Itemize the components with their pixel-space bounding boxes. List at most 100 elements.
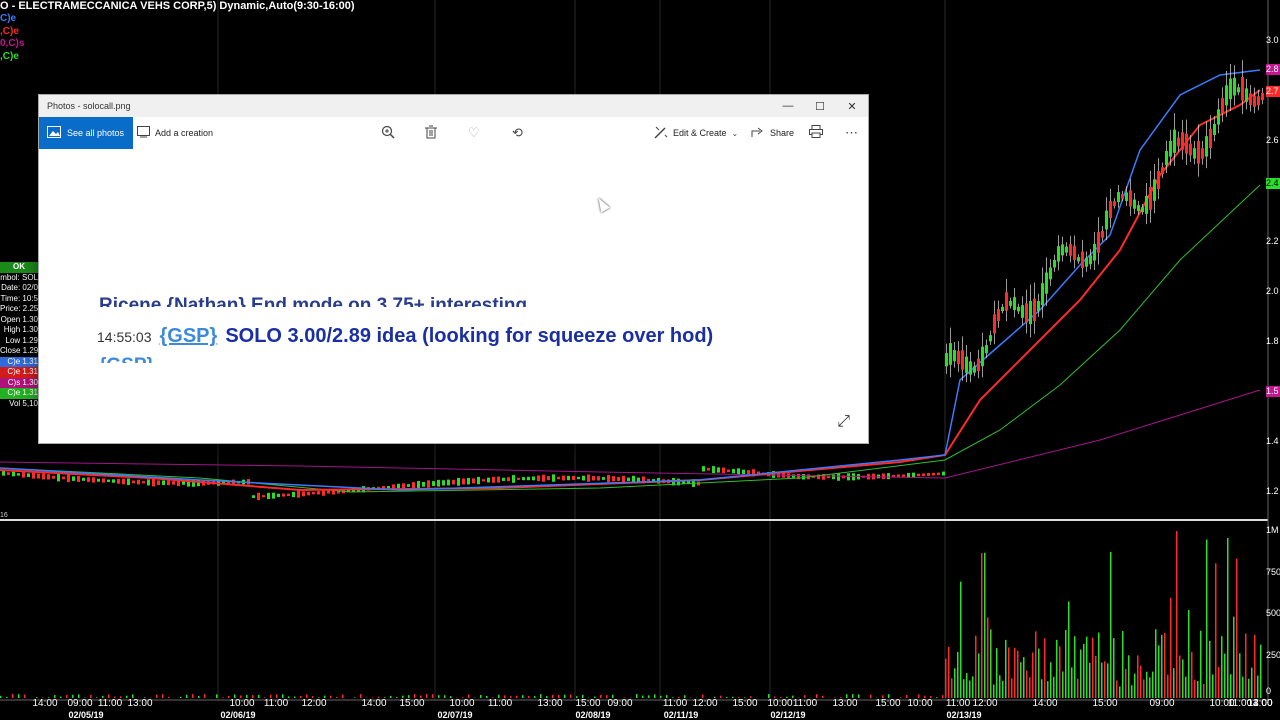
expand-icon[interactable]: ⤢ <box>837 413 850 431</box>
data-window-row: Low 1.29 <box>5 335 38 345</box>
price-candle <box>957 350 960 365</box>
time-axis-tick: 14:00 <box>361 698 387 709</box>
volume-bar <box>654 694 656 698</box>
add-creation-label: Add a creation <box>155 128 214 138</box>
price-axis-tick: 1.2 <box>1266 486 1279 496</box>
price-candle <box>847 473 850 481</box>
volume-bar <box>1221 636 1223 698</box>
price-candle <box>1173 129 1176 153</box>
price-candle <box>1033 298 1036 322</box>
price-candle <box>627 477 630 481</box>
time-axis-tick: 11:00 <box>662 698 688 709</box>
price-candle <box>427 480 430 488</box>
data-window-ok-button[interactable]: OK <box>0 262 40 273</box>
delete-button[interactable] <box>425 117 437 149</box>
volume-bar <box>6 696 8 698</box>
price-candle <box>262 495 265 498</box>
price-candle <box>989 335 992 342</box>
price-candle <box>452 479 455 485</box>
more-button[interactable]: ⋯ <box>845 117 858 149</box>
volume-bar <box>1074 636 1076 698</box>
volume-bar <box>186 694 188 698</box>
maximize-button[interactable]: ☐ <box>804 100 836 113</box>
photos-window[interactable]: Photos - solocall.png — ☐ ✕ See all phot… <box>39 95 868 443</box>
volume-bar <box>1182 659 1184 698</box>
close-button[interactable]: ✕ <box>836 100 868 113</box>
minimize-button[interactable]: — <box>772 100 804 112</box>
price-candle <box>1149 186 1152 210</box>
edit-create-button[interactable]: Edit & Create ⌄ <box>654 117 738 149</box>
volume-bar <box>1179 655 1181 698</box>
time-axis-tick: 14:00 <box>1032 698 1058 709</box>
price-candle <box>607 475 610 483</box>
volume-bar <box>1203 683 1205 698</box>
price-candle <box>1249 93 1252 105</box>
volume-bar <box>432 694 434 698</box>
volume-bar <box>1128 655 1130 698</box>
volume-bar <box>1122 630 1124 698</box>
price-candle <box>517 477 520 480</box>
price-candle <box>969 361 972 375</box>
volume-bar <box>1047 681 1049 698</box>
volume-bar <box>0 695 2 698</box>
price-candle <box>12 471 15 477</box>
volume-bar <box>438 695 440 698</box>
volume-bar <box>1152 671 1154 698</box>
window-title: Photos - solocall.png <box>47 101 131 111</box>
price-candle <box>292 491 295 498</box>
volume-bar <box>396 697 398 698</box>
volume-bar <box>18 694 20 698</box>
see-all-photos-button[interactable]: See all photos <box>39 117 134 149</box>
price-candle <box>82 477 85 481</box>
price-candle <box>472 478 475 484</box>
price-candle <box>57 473 60 482</box>
price-candle <box>317 491 320 495</box>
volume-bar <box>180 696 182 698</box>
volume-bar <box>1044 638 1046 698</box>
photos-titlebar[interactable]: Photos - solocall.png — ☐ ✕ <box>39 95 868 117</box>
volume-bar <box>162 694 164 698</box>
volume-bar <box>198 696 200 698</box>
data-window-row: Vol 5,10 <box>9 398 38 408</box>
price-candle <box>27 473 30 478</box>
price-candle <box>507 477 510 482</box>
time-axis-tick: 11:00 <box>792 698 818 709</box>
price-candle <box>887 473 890 480</box>
print-button[interactable] <box>809 117 823 149</box>
volume-bar <box>948 646 950 698</box>
share-icon <box>751 126 765 141</box>
data-window-row: High 1.30 <box>3 325 38 334</box>
price-candle <box>1025 303 1028 323</box>
volume-bar <box>1233 616 1235 698</box>
price-axis-marker: 2.8 <box>1266 64 1280 75</box>
price-candle <box>1105 210 1108 230</box>
price-candle <box>1009 301 1012 306</box>
zoom-button[interactable] <box>381 117 395 149</box>
volume-bar <box>1056 639 1058 698</box>
price-candle <box>922 473 925 476</box>
volume-bar <box>342 694 344 698</box>
add-creation-icon <box>137 125 150 141</box>
volume-bar <box>1065 629 1067 698</box>
price-candle <box>1233 77 1236 96</box>
add-creation-button[interactable]: Add a creation <box>137 117 213 149</box>
favorite-button[interactable]: ♡ <box>468 117 480 149</box>
volume-bar <box>1134 673 1136 698</box>
rotate-button[interactable]: ⟲ <box>512 117 523 149</box>
volume-bar <box>1155 629 1157 698</box>
data-window-row: Time: 10:5 <box>0 293 39 303</box>
price-candle <box>92 477 95 483</box>
price-candle <box>1201 148 1204 159</box>
chat-line-cut-bottom: {GSP} ___ ___ ___ ___ ___ ___ ___ <box>99 355 413 363</box>
chart-title: O - ELECTRAMECCANICA VEHS CORP,5) Dynami… <box>0 0 355 12</box>
volume-bar <box>1245 633 1247 698</box>
volume-bar <box>534 696 536 698</box>
price-candle <box>587 474 590 482</box>
price-candle <box>1157 170 1160 189</box>
price-candle <box>1037 301 1040 312</box>
share-button[interactable]: Share <box>751 117 794 149</box>
price-candle <box>32 472 35 479</box>
price-axis-marker: 1.5 <box>1266 386 1280 397</box>
price-axis-marker: 2.4 <box>1266 178 1280 189</box>
volume-bar <box>1224 653 1226 698</box>
